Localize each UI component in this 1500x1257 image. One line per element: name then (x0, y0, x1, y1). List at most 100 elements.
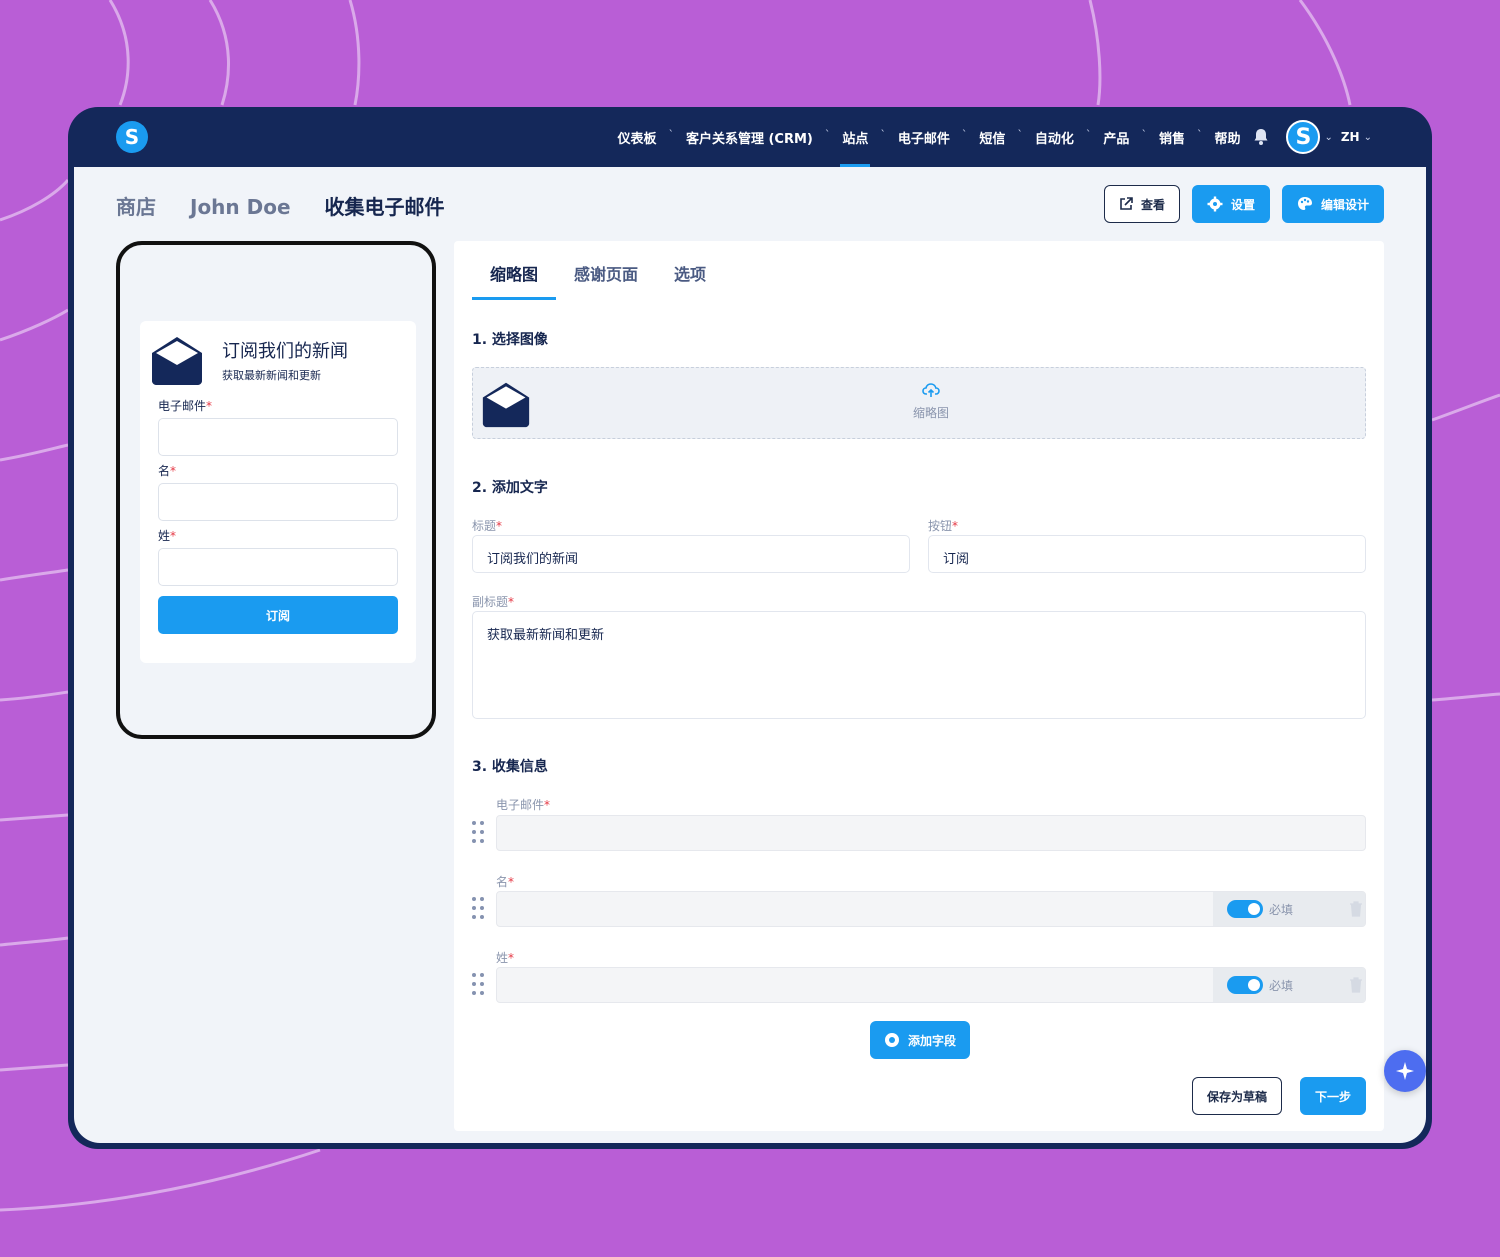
preview-first-name-input[interactable] (158, 483, 398, 521)
add-field-label: 添加字段 (908, 1033, 957, 1048)
card-header: 订阅我们的新闻 获取最新新闻和更新 (150, 335, 398, 385)
required-mark: * (508, 595, 515, 609)
collect-last-name-field[interactable]: 必填 (496, 967, 1366, 1003)
preview-subscribe-button[interactable]: 订阅 (158, 596, 398, 634)
required-mark: * (508, 951, 515, 965)
nav-email[interactable]: 电子邮件 (890, 107, 958, 167)
title-input[interactable]: 订阅我们的新闻 (472, 535, 910, 573)
section-collect-info: 3. 收集信息 (472, 759, 548, 775)
required-control: 必填 (1213, 892, 1365, 926)
nav-separator: ` (1196, 127, 1203, 141)
button-text-input[interactable]: 订阅 (928, 535, 1366, 573)
chevron-down-icon[interactable]: ⌄ (1364, 132, 1372, 143)
main-nav: 仪表板 ` 客户关系管理 (CRM) ` 站点 ` 电子邮件 ` 短信 ` 自动… (609, 107, 1380, 167)
collect-email-label: 电子邮件* (496, 796, 550, 813)
nav-separator: ` (1141, 127, 1147, 141)
drag-handle-icon[interactable] (472, 897, 486, 921)
nav-products[interactable]: 产品 (1095, 107, 1137, 167)
nav-separator: ` (1017, 127, 1023, 141)
nav-sites[interactable]: 站点 (834, 107, 876, 167)
preview-last-name-input[interactable] (158, 548, 398, 586)
bell-icon[interactable] (1248, 107, 1274, 167)
nav-separator: ` (1085, 127, 1092, 141)
envelope-icon (482, 382, 530, 428)
edit-design-button[interactable]: 编辑设计 (1281, 185, 1384, 223)
editor-tabs: 缩略图 感谢页面 选项 (472, 257, 724, 300)
required-mark: * (170, 464, 177, 478)
title-label: 标题* (472, 517, 502, 534)
button-text-label-text: 按钮 (928, 519, 953, 533)
settings-button-label: 设置 (1230, 197, 1255, 212)
required-control: 必填 (1213, 968, 1365, 1002)
breadcrumb-store[interactable]: 商店 (116, 191, 156, 220)
cloud-upload-icon (922, 383, 940, 397)
trash-icon[interactable] (1349, 901, 1363, 917)
button-text-label: 按钮* (928, 517, 958, 534)
nav-separator: ` (961, 127, 968, 141)
avatar[interactable]: S (1286, 120, 1321, 154)
app-logo[interactable]: S (116, 121, 148, 153)
edit-design-button-label: 编辑设计 (1320, 197, 1369, 212)
next-button[interactable]: 下一步 (1299, 1077, 1366, 1115)
card-title: 订阅我们的新闻 (222, 341, 348, 362)
trash-icon[interactable] (1349, 977, 1363, 993)
nav-separator: ` (880, 127, 886, 141)
nav-help[interactable]: 帮助 (1206, 107, 1248, 167)
image-dropzone[interactable]: 缩略图 (472, 367, 1366, 439)
page-actions: 查看 设置 编辑设计 (1103, 185, 1384, 223)
required-mark: * (496, 519, 503, 533)
drag-handle-icon[interactable] (472, 973, 486, 997)
preview-first-name-label: 名* (158, 462, 398, 479)
card-subtitle: 获取最新新闻和更新 (222, 369, 321, 382)
preview-email-label: 电子邮件* (158, 397, 398, 414)
tab-thumbnail[interactable]: 缩略图 (472, 257, 557, 300)
form-footer: 保存为草稿 下一步 (1191, 1077, 1366, 1115)
nav-sms[interactable]: 短信 (971, 107, 1013, 167)
preview-first-name-label-text: 名 (158, 464, 171, 478)
collect-email-label-text: 电子邮件 (496, 798, 545, 812)
nav-sales[interactable]: 销售 (1151, 107, 1193, 167)
collect-first-name-label: 名* (496, 873, 514, 890)
breadcrumb: 商店 John Doe 收集电子邮件 (116, 191, 445, 220)
settings-button[interactable]: 设置 (1191, 185, 1270, 223)
ai-assistant-button[interactable] (1384, 1050, 1426, 1092)
nav-crm[interactable]: 客户关系管理 (CRM) (678, 107, 821, 167)
nav-dashboard[interactable]: 仪表板 (609, 107, 664, 167)
phone-preview: 订阅我们的新闻 获取最新新闻和更新 电子邮件* 名* 姓 * 订阅 (116, 241, 436, 739)
view-button[interactable]: 查看 (1103, 185, 1180, 223)
collect-email-field[interactable] (496, 815, 1366, 851)
chevron-down-icon[interactable]: ⌄ (1324, 132, 1332, 143)
sparkle-icon (1396, 1062, 1414, 1080)
collect-first-name-label-text: 名 (496, 875, 509, 889)
language-selector[interactable]: ZH (1341, 130, 1360, 144)
plus-circle-icon (885, 1033, 899, 1047)
external-link-icon (1120, 197, 1133, 210)
upload-area: 缩略图 (913, 382, 949, 421)
required-mark: * (544, 798, 551, 812)
preview-last-name-label-text: 姓 (158, 529, 171, 543)
subtitle-textarea[interactable]: 获取最新新闻和更新 (472, 611, 1366, 719)
envelope-icon (152, 337, 202, 385)
app-window: S 仪表板 ` 客户关系管理 (CRM) ` 站点 ` 电子邮件 ` 短信 ` … (68, 107, 1432, 1149)
breadcrumb-site[interactable]: John Doe (190, 195, 291, 219)
drag-handle-icon[interactable] (472, 821, 486, 845)
section-add-text: 2. 添加文字 (472, 480, 548, 496)
tab-options[interactable]: 选项 (656, 257, 724, 300)
collect-first-name-field[interactable]: 必填 (496, 891, 1366, 927)
nav-automation[interactable]: 自动化 (1027, 107, 1082, 167)
save-draft-button[interactable]: 保存为草稿 (1191, 1077, 1282, 1115)
section-select-image: 1. 选择图像 (472, 332, 548, 348)
top-navigation-bar: S 仪表板 ` 客户关系管理 (CRM) ` 站点 ` 电子邮件 ` 短信 ` … (68, 107, 1432, 167)
nav-separator: ` (824, 127, 831, 141)
required-toggle[interactable] (1227, 976, 1263, 994)
main-content: 商店 John Doe 收集电子邮件 查看 设置 编辑设计 订阅我们的新闻 获取… (74, 167, 1426, 1143)
required-mark: * (952, 519, 959, 533)
preview-email-input[interactable] (158, 418, 398, 456)
editor-panel: 缩略图 感谢页面 选项 1. 选择图像 缩略图 2. 添加文字 标题* 订阅我们… (454, 241, 1384, 1131)
add-field-button[interactable]: 添加字段 (870, 1021, 971, 1059)
title-label-text: 标题 (472, 519, 497, 533)
required-toggle[interactable] (1227, 900, 1263, 918)
view-button-label: 查看 (1140, 197, 1165, 212)
tab-thank-you-page[interactable]: 感谢页面 (556, 257, 656, 300)
collect-last-name-label-text: 姓 (496, 951, 509, 965)
